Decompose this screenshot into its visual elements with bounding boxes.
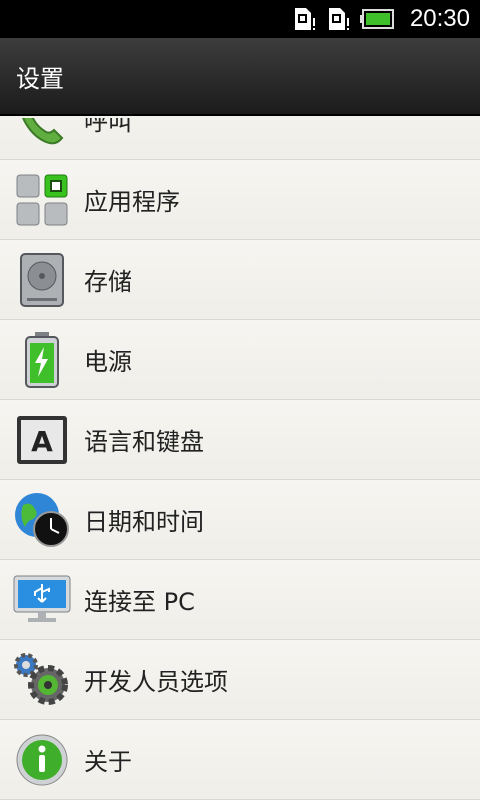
svg-text:A: A: [31, 425, 53, 458]
storage-icon: [0, 240, 84, 320]
settings-item-power[interactable]: 电源: [0, 320, 480, 400]
settings-item-label: 存储: [84, 268, 132, 296]
settings-item-label: 关于: [84, 748, 132, 776]
phone-icon: [0, 118, 84, 160]
settings-item-about[interactable]: 关于: [0, 720, 480, 800]
status-bar: 20:30: [0, 0, 480, 38]
settings-item-date-time[interactable]: 日期和时间: [0, 480, 480, 560]
settings-item-developer-options[interactable]: 开发人员选项: [0, 640, 480, 720]
date-time-icon: [0, 480, 84, 560]
settings-item-connect-pc[interactable]: 连接至 PC: [0, 560, 480, 640]
settings-item-label: 电源: [84, 348, 132, 376]
settings-item-label: 连接至 PC: [84, 588, 195, 616]
clock-time: 20:30: [409, 5, 470, 32]
sim-card-alert-icon: [292, 6, 318, 32]
applications-icon: [0, 160, 84, 240]
about-info-icon: [0, 720, 84, 800]
battery-icon: [359, 9, 394, 29]
page-title: 设置: [16, 64, 64, 93]
settings-item-label: 呼叫: [84, 118, 132, 136]
settings-item-applications[interactable]: 应用程序: [0, 160, 480, 240]
developer-gears-icon: [0, 640, 84, 720]
settings-item-label: 开发人员选项: [84, 668, 228, 696]
settings-item-label: 语言和键盘: [84, 428, 204, 456]
settings-item-label: 应用程序: [84, 188, 180, 216]
usb-pc-icon: [0, 560, 84, 640]
keyboard-icon: A: [0, 400, 84, 480]
settings-item-label: 日期和时间: [84, 508, 204, 536]
settings-item-call[interactable]: 呼叫: [0, 118, 480, 160]
sim-card-alert-icon: [326, 6, 352, 32]
settings-item-language-keyboard[interactable]: A 语言和键盘: [0, 400, 480, 480]
app-header: 设置: [0, 38, 480, 116]
settings-item-storage[interactable]: 存储: [0, 240, 480, 320]
settings-list[interactable]: 呼叫 应用程序 存储 电源 A 语言和键盘 日期和时间 连接至 PC 开发人员选…: [0, 118, 480, 800]
power-battery-icon: [0, 320, 84, 400]
